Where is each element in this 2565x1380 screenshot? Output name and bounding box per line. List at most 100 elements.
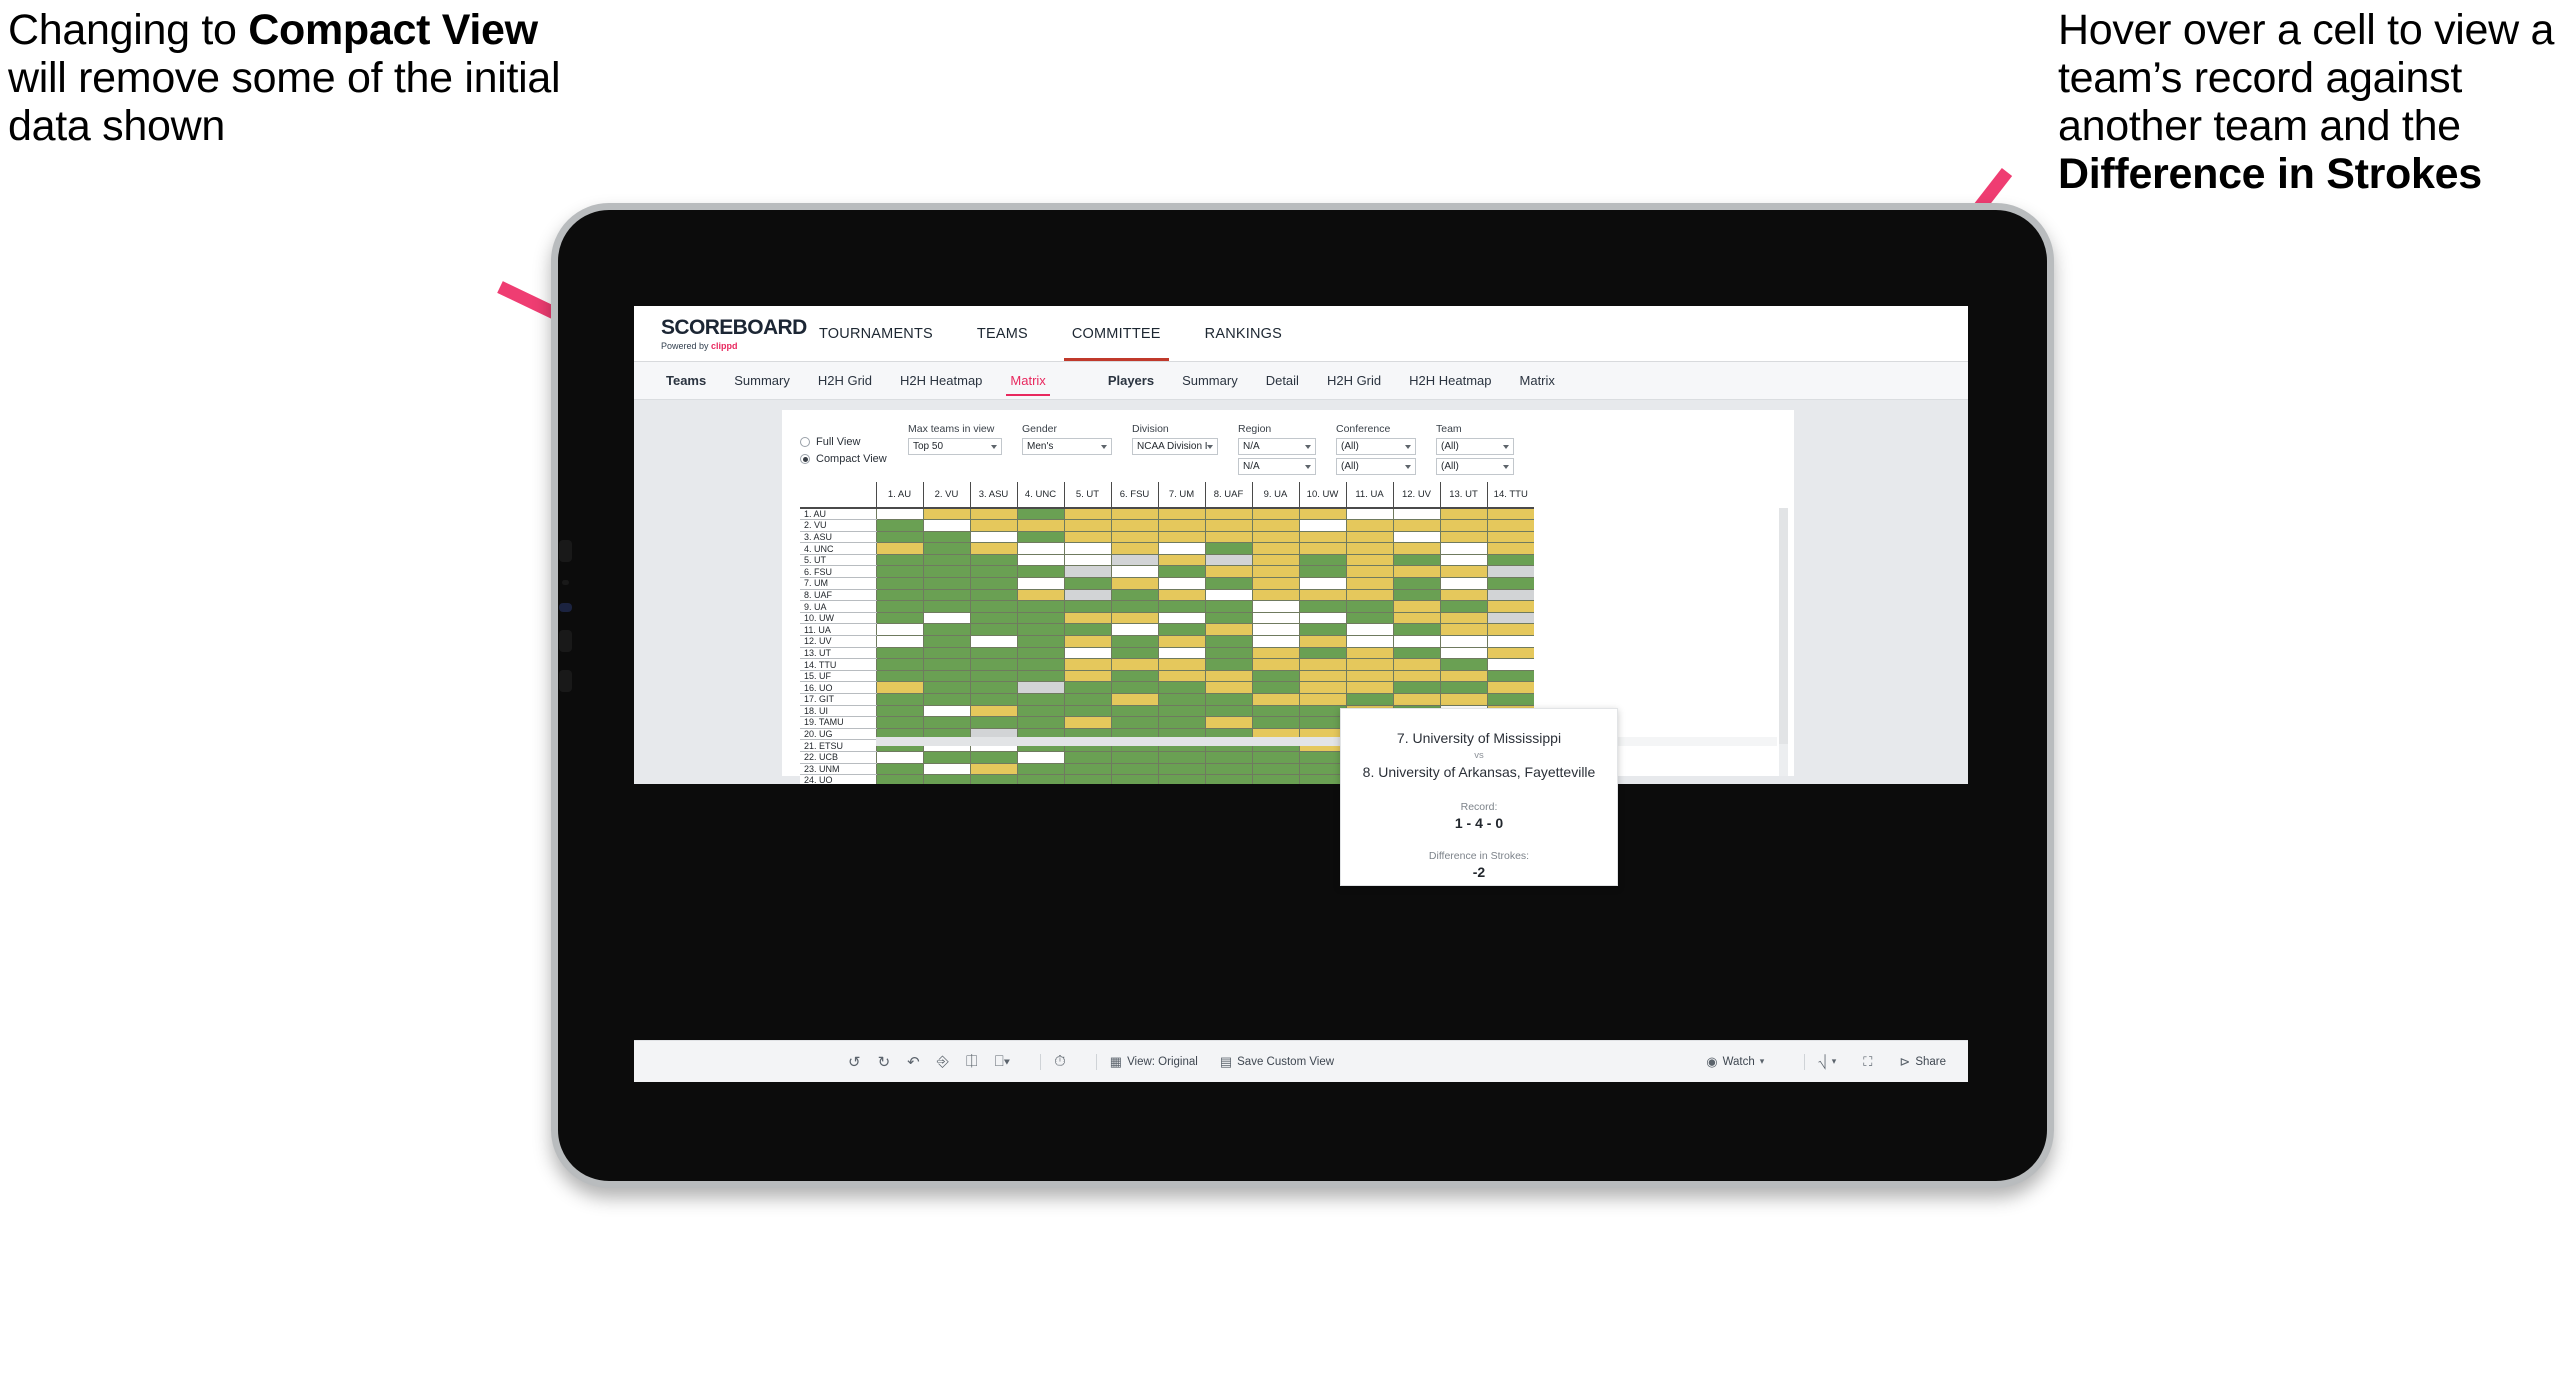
matrix-cell[interactable] — [1016, 508, 1064, 521]
matrix-cell[interactable] — [1204, 774, 1252, 784]
undo-icon[interactable]: ↺ — [848, 1053, 861, 1071]
matrix-cell[interactable] — [1298, 554, 1346, 567]
matrix-cell[interactable] — [875, 658, 923, 671]
matrix-cell[interactable] — [875, 623, 923, 637]
matrix-cell[interactable] — [1486, 612, 1534, 625]
download-button[interactable]: ⎷ ▾ — [1818, 1054, 1841, 1070]
matrix-cell[interactable] — [1298, 751, 1346, 764]
matrix-cell[interactable] — [969, 542, 1017, 555]
matrix-cell[interactable] — [1016, 565, 1064, 579]
matrix-cell[interactable] — [1063, 531, 1111, 544]
matrix-cell[interactable] — [969, 623, 1017, 637]
matrix-cell[interactable] — [1486, 542, 1534, 555]
matrix-cell[interactable] — [1345, 542, 1393, 555]
matrix-cell[interactable] — [1439, 693, 1487, 706]
matrix-cell[interactable] — [1251, 612, 1299, 625]
matrix-cell[interactable] — [875, 519, 923, 532]
matrix-cell[interactable] — [1298, 508, 1346, 521]
matrix-cell[interactable] — [1157, 751, 1205, 764]
matrix-cell[interactable] — [875, 705, 923, 718]
matrix-cell[interactable] — [1251, 565, 1299, 579]
matrix-cell[interactable] — [1110, 612, 1158, 625]
nav-tab-rankings[interactable]: RANKINGS — [1183, 306, 1304, 361]
matrix-cell[interactable] — [922, 670, 970, 683]
matrix-cell[interactable] — [1157, 774, 1205, 784]
matrix-cell[interactable] — [1439, 647, 1487, 660]
matrix-cell[interactable] — [1157, 554, 1205, 567]
matrix-cell[interactable] — [1157, 612, 1205, 625]
refresh-icon[interactable]: ⎆ — [937, 1053, 949, 1070]
matrix-cell[interactable] — [875, 751, 923, 764]
matrix-cell[interactable] — [969, 774, 1017, 784]
matrix-cell[interactable] — [1063, 623, 1111, 637]
share-button[interactable]: ⊳ Share — [1899, 1054, 1946, 1070]
matrix-cell[interactable] — [1439, 612, 1487, 625]
matrix-cell[interactable] — [922, 658, 970, 671]
matrix-cell[interactable] — [1063, 612, 1111, 625]
matrix-cell[interactable] — [1157, 681, 1205, 694]
subnav-teams-h2h-heatmap[interactable]: H2H Heatmap — [886, 362, 996, 400]
fullscreen-button[interactable]: ⛶ — [1863, 1054, 1877, 1070]
matrix-cell[interactable] — [1110, 681, 1158, 694]
matrix-cell[interactable] — [1063, 508, 1111, 521]
matrix-cell[interactable] — [922, 647, 970, 660]
subnav-players-h2h-heatmap[interactable]: H2H Heatmap — [1395, 362, 1505, 400]
matrix-cell[interactable] — [1204, 705, 1252, 718]
matrix-cell[interactable] — [1251, 519, 1299, 532]
matrix-cell[interactable] — [875, 565, 923, 579]
matrix-cell[interactable] — [1016, 681, 1064, 694]
matrix-cell[interactable] — [1439, 554, 1487, 567]
matrix-cell[interactable] — [1204, 589, 1252, 602]
revert-icon[interactable]: ↶ — [907, 1053, 920, 1071]
matrix-cell[interactable] — [875, 542, 923, 555]
matrix-cell[interactable] — [1251, 600, 1299, 613]
matrix-cell[interactable] — [1392, 531, 1440, 544]
matrix-cell[interactable] — [1486, 531, 1534, 544]
matrix-cell[interactable] — [1439, 565, 1487, 579]
matrix-cell[interactable] — [1345, 531, 1393, 544]
matrix-cell[interactable] — [1345, 612, 1393, 625]
matrix-cell[interactable] — [1486, 658, 1534, 671]
matrix-cell[interactable] — [875, 635, 923, 648]
matrix-cell[interactable] — [1063, 647, 1111, 660]
subnav-players-detail[interactable]: Detail — [1252, 362, 1313, 400]
matrix-cell[interactable] — [1345, 577, 1393, 590]
matrix-cell[interactable] — [875, 577, 923, 590]
matrix-cell[interactable] — [1251, 705, 1299, 718]
matrix-cell[interactable] — [1157, 647, 1205, 660]
matrix-cell[interactable] — [1204, 681, 1252, 694]
matrix-cell[interactable] — [1157, 705, 1205, 718]
matrix-cell[interactable] — [1439, 508, 1487, 521]
matrix-cell[interactable] — [1298, 565, 1346, 579]
matrix-cell[interactable] — [1392, 681, 1440, 694]
matrix-cell[interactable] — [1486, 508, 1534, 521]
matrix-cell[interactable] — [1439, 589, 1487, 602]
filter-region-select-1[interactable]: N/A — [1238, 438, 1316, 455]
matrix-cell[interactable] — [1298, 774, 1346, 784]
matrix-cell[interactable] — [1110, 716, 1158, 729]
matrix-cell[interactable] — [1063, 519, 1111, 532]
matrix-cell[interactable] — [875, 531, 923, 544]
matrix-cell[interactable] — [1251, 751, 1299, 764]
matrix-cell[interactable] — [1204, 565, 1252, 579]
matrix-cell[interactable] — [875, 774, 923, 784]
matrix-cell[interactable] — [1204, 612, 1252, 625]
matrix-cell[interactable] — [1345, 508, 1393, 521]
matrix-cell[interactable] — [922, 542, 970, 555]
matrix-cell[interactable] — [1439, 670, 1487, 683]
matrix-cell[interactable] — [1204, 647, 1252, 660]
matrix-cell[interactable] — [1298, 693, 1346, 706]
matrix-cell[interactable] — [1345, 658, 1393, 671]
matrix-cell[interactable] — [969, 531, 1017, 544]
matrix-cell[interactable] — [969, 658, 1017, 671]
matrix-cell[interactable] — [922, 519, 970, 532]
matrix-cell[interactable] — [1392, 577, 1440, 590]
matrix-cell[interactable] — [1063, 716, 1111, 729]
matrix-cell[interactable] — [1298, 531, 1346, 544]
matrix-cell[interactable] — [1016, 670, 1064, 683]
matrix-cell[interactable] — [1439, 635, 1487, 648]
matrix-cell[interactable] — [1251, 774, 1299, 784]
watch-button[interactable]: ◉ Watch ▾ — [1706, 1054, 1769, 1070]
subnav-players-h2h-grid[interactable]: H2H Grid — [1313, 362, 1395, 400]
matrix-cell[interactable] — [1486, 600, 1534, 613]
